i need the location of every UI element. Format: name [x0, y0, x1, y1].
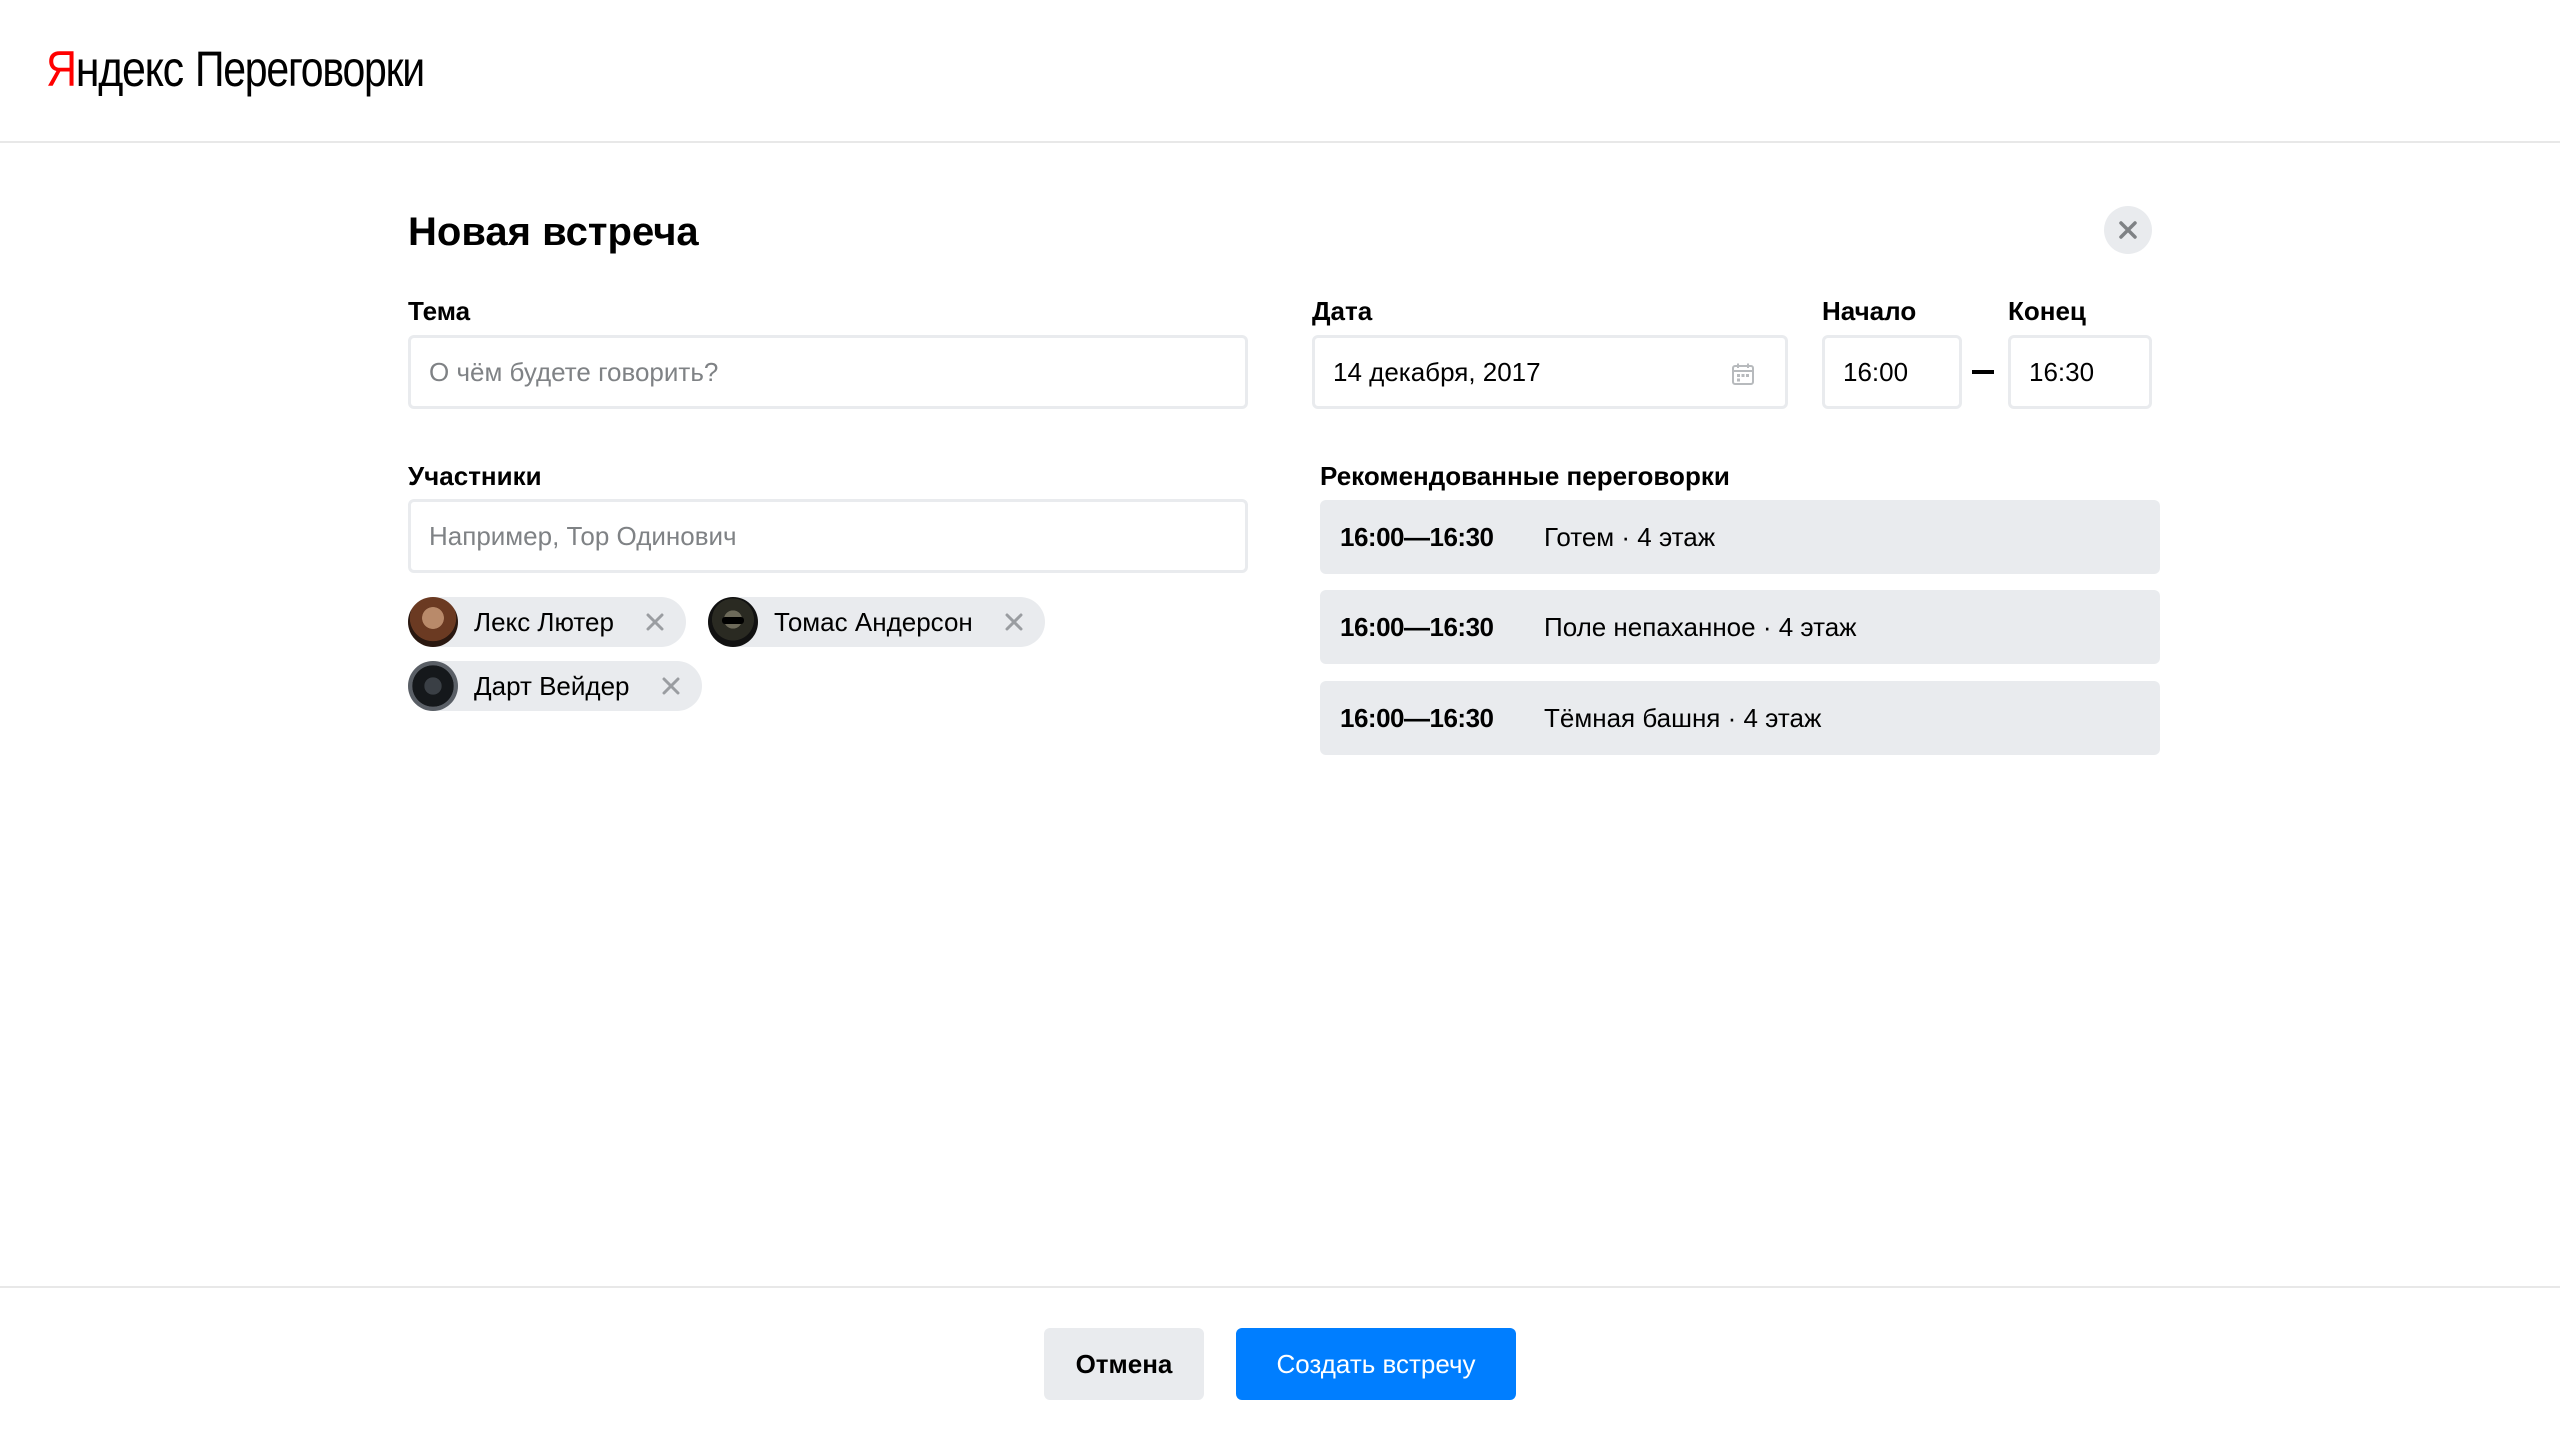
logo-product: Переговорки: [195, 41, 425, 97]
app-header: Яндекс Переговорки: [0, 0, 2560, 143]
participants-label: Участники: [408, 461, 542, 491]
room-time: 16:00—16:30: [1340, 611, 1494, 642]
participant-name: Лекс Лютер: [474, 606, 614, 637]
remove-participant-button[interactable]: [1003, 611, 1025, 633]
room-time: 16:00—16:30: [1340, 521, 1494, 552]
close-icon: [662, 677, 680, 695]
close-icon: [2119, 221, 2137, 239]
room-time: 16:00—16:30: [1340, 702, 1494, 733]
participant-name: Дарт Вейдер: [474, 670, 630, 701]
close-button[interactable]: [2104, 206, 2152, 254]
close-icon: [646, 613, 664, 631]
remove-participant-button[interactable]: [660, 675, 682, 697]
recommended-rooms-label: Рекомендованные переговорки: [1320, 461, 1730, 491]
participant-chip: Дарт Вейдер: [408, 661, 702, 711]
participants-input[interactable]: [408, 499, 1248, 573]
page-title: Новая встреча: [408, 210, 699, 254]
create-meeting-button[interactable]: Создать встречу: [1236, 1328, 1516, 1400]
start-time-value: 16:00: [1843, 356, 1909, 387]
avatar: [408, 597, 458, 647]
end-time-input[interactable]: 16:30: [2008, 335, 2152, 409]
calendar-icon[interactable]: [1731, 362, 1755, 386]
logo-brand: Яндекс: [46, 41, 184, 97]
remove-participant-button[interactable]: [644, 611, 666, 633]
topic-label: Тема: [408, 296, 471, 326]
date-value: 14 декабря, 2017: [1333, 356, 1541, 387]
app-logo[interactable]: Яндекс Переговорки: [46, 40, 474, 100]
cancel-button[interactable]: Отмена: [1044, 1328, 1204, 1400]
avatar: [708, 597, 758, 647]
room-name: Тёмная башня · 4 этаж: [1544, 702, 1822, 733]
participant-chip: Лекс Лютер: [408, 597, 686, 647]
date-input[interactable]: 14 декабря, 2017: [1312, 335, 1788, 409]
room-name: Поле непаханное · 4 этаж: [1544, 611, 1857, 642]
participant-name: Томас Андерсон: [774, 606, 973, 637]
recommended-room-item[interactable]: 16:00—16:30 Тёмная башня · 4 этаж: [1320, 681, 2160, 755]
end-time-value: 16:30: [2029, 356, 2095, 387]
close-icon: [1005, 613, 1023, 631]
start-time-input[interactable]: 16:00: [1822, 335, 1962, 409]
start-label: Начало: [1822, 296, 1917, 326]
end-label: Конец: [2008, 296, 2086, 326]
form-footer: Отмена Создать встречу: [0, 1286, 2560, 1440]
recommended-room-item[interactable]: 16:00—16:30 Готем · 4 этаж: [1320, 500, 2160, 574]
recommended-room-item[interactable]: 16:00—16:30 Поле непаханное · 4 этаж: [1320, 590, 2160, 664]
time-range-dash: [1972, 370, 1994, 374]
participant-chip: Томас Андерсон: [708, 597, 1045, 647]
room-name: Готем · 4 этаж: [1544, 521, 1716, 552]
date-label: Дата: [1312, 296, 1373, 326]
topic-input[interactable]: [408, 335, 1248, 409]
avatar: [408, 661, 458, 711]
